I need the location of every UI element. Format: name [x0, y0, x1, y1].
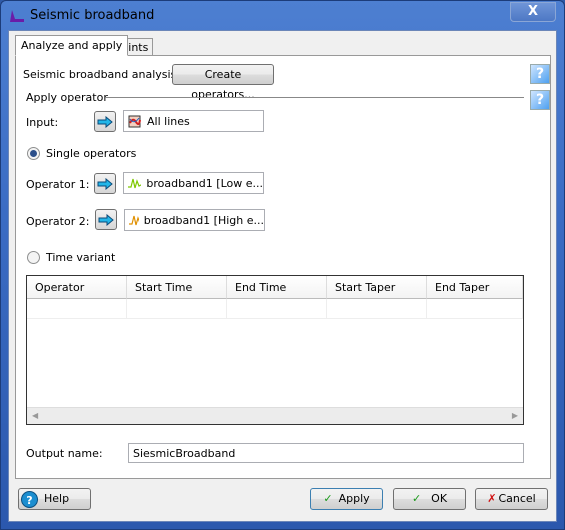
- wavelet-icon: [129, 215, 139, 226]
- column-header-start-taper[interactable]: Start Taper: [327, 276, 427, 299]
- time-variant-radio[interactable]: [27, 251, 40, 264]
- table-cell[interactable]: [27, 299, 127, 319]
- scroll-left-icon[interactable]: ◀: [32, 411, 38, 420]
- table-cell[interactable]: [327, 299, 427, 319]
- wavelet-icon: [128, 178, 142, 189]
- operator-2-value: broadband1 [High e...: [143, 213, 264, 227]
- input-value: All lines: [147, 114, 190, 128]
- column-header-end-time[interactable]: End Time: [227, 276, 327, 299]
- output-name-input[interactable]: SiesmicBroadband: [128, 443, 524, 463]
- seismic-cube-icon: [128, 115, 141, 128]
- input-label: Input:: [26, 116, 59, 129]
- apply-operator-section: Apply operator: [26, 91, 108, 104]
- operator-1-field[interactable]: broadband1 [Low e...: [123, 172, 264, 194]
- help-icon[interactable]: ?: [530, 64, 550, 84]
- column-header-end-taper[interactable]: End Taper: [427, 276, 523, 299]
- single-operators-radio[interactable]: [27, 147, 40, 160]
- tab-analyze-and-apply[interactable]: Analyze and apply: [15, 35, 129, 56]
- single-operators-label: Single operators: [46, 147, 137, 160]
- input-field[interactable]: All lines: [123, 110, 264, 132]
- operator-2-label: Operator 2:: [26, 215, 90, 228]
- check-icon: ✓: [323, 492, 333, 505]
- horizontal-scrollbar[interactable]: ◀ ▶: [27, 407, 523, 424]
- window-title: Seismic broadband: [30, 8, 155, 23]
- section-divider: [105, 97, 524, 98]
- analysis-label: Seismic broadband analysis:: [23, 68, 180, 81]
- ok-label: OK: [431, 492, 448, 505]
- apply-button[interactable]: ✓ Apply: [310, 488, 383, 510]
- arrow-right-icon: [97, 177, 113, 190]
- table-cell[interactable]: [127, 299, 227, 319]
- time-variant-table[interactable]: Operator Start Time End Time Start Taper…: [26, 275, 524, 425]
- column-header-start-time[interactable]: Start Time: [127, 276, 227, 299]
- operator-1-label: Operator 1:: [26, 178, 90, 191]
- create-operators-button[interactable]: Create operators...: [172, 64, 274, 101]
- output-name-label: Output name:: [26, 447, 103, 460]
- help-icon[interactable]: ?: [530, 90, 550, 110]
- help-label: Help: [44, 492, 70, 505]
- ok-button[interactable]: ✓ OK: [393, 488, 466, 510]
- arrow-right-icon: [98, 213, 114, 226]
- cross-icon: ✗: [487, 492, 497, 505]
- scroll-right-icon[interactable]: ▶: [512, 411, 518, 420]
- help-icon: ?: [21, 490, 38, 508]
- select-operator-1-button[interactable]: [94, 173, 116, 194]
- select-operator-2-button[interactable]: [95, 209, 117, 230]
- table-cell[interactable]: [227, 299, 327, 319]
- time-variant-label: Time variant: [46, 251, 116, 264]
- help-button[interactable]: ? Help: [18, 488, 91, 510]
- operator-2-field[interactable]: broadband1 [High e...: [124, 209, 265, 231]
- operator-1-value: broadband1 [Low e...: [146, 176, 263, 190]
- table-cell[interactable]: [427, 299, 523, 319]
- check-icon: ✓: [411, 492, 422, 505]
- close-button[interactable]: X: [510, 2, 556, 22]
- apply-label: Apply: [338, 492, 370, 505]
- arrow-right-icon: [97, 115, 113, 128]
- select-input-button[interactable]: [94, 111, 116, 132]
- cancel-label: Cancel: [498, 492, 536, 505]
- output-name-value: SiesmicBroadband: [133, 446, 236, 460]
- app-icon: [10, 10, 24, 22]
- cancel-button[interactable]: ✗ Cancel: [475, 488, 548, 510]
- column-header-operator[interactable]: Operator: [27, 276, 127, 299]
